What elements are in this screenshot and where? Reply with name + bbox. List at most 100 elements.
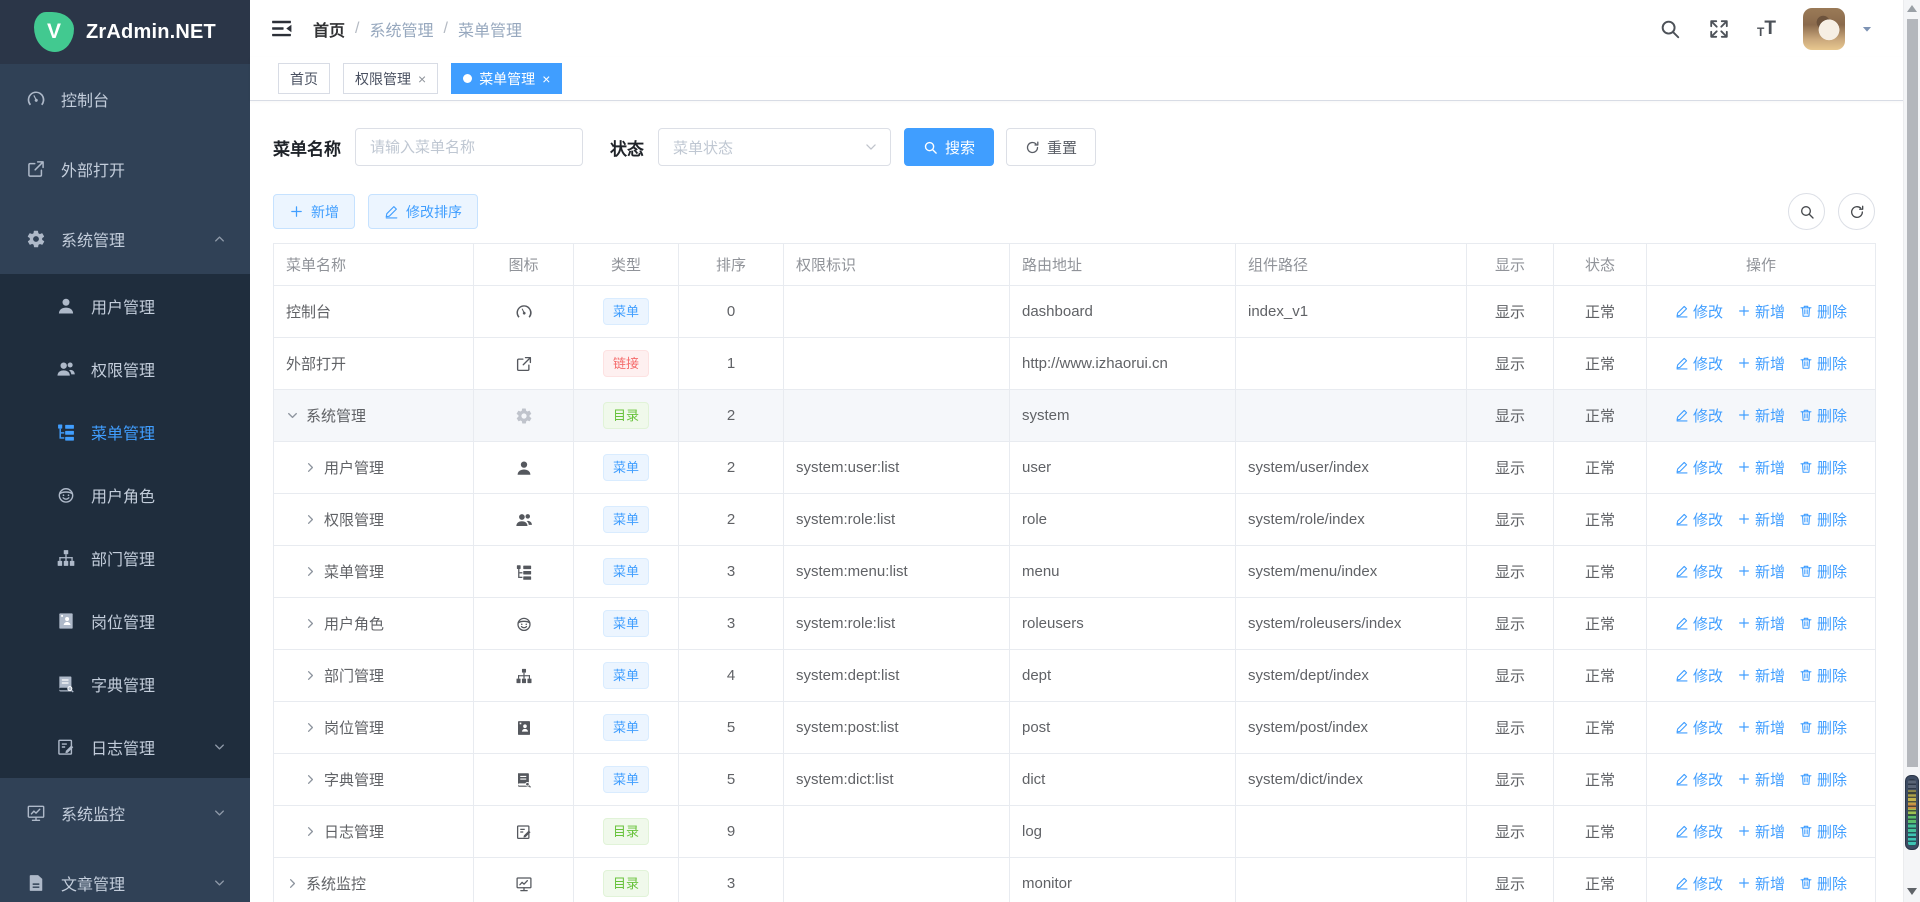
sidebar-item-dictionary[interactable]: 字典管理 xyxy=(0,652,250,715)
delete-row-link[interactable]: 删除 xyxy=(1799,353,1847,374)
collapse-row-icon[interactable] xyxy=(286,409,299,422)
tab-home[interactable]: 首页 xyxy=(278,63,330,94)
delete-row-link[interactable]: 删除 xyxy=(1799,301,1847,322)
sidebar-item-monitor[interactable]: 系统监控 xyxy=(0,778,250,848)
edit-row-link[interactable]: 修改 xyxy=(1675,301,1723,322)
type-tag: 菜单 xyxy=(603,454,649,481)
add-row-link[interactable]: 新增 xyxy=(1737,301,1785,322)
sidebar-item-users[interactable]: 权限管理 xyxy=(0,337,250,400)
tab-menu-management[interactable]: 菜单管理 × xyxy=(451,63,562,94)
refresh-icon xyxy=(1025,140,1040,155)
users-icon xyxy=(56,359,76,379)
sidebar-item-id-badge[interactable]: 岗位管理 xyxy=(0,589,250,652)
sidebar-item-external-link[interactable]: 外部打开 xyxy=(0,134,250,204)
article-icon xyxy=(26,873,46,893)
delete-row-link[interactable]: 删除 xyxy=(1799,821,1847,842)
chevron-down-icon[interactable] xyxy=(1860,22,1874,36)
edit-row-link[interactable]: 修改 xyxy=(1675,665,1723,686)
user-avatar[interactable] xyxy=(1803,8,1845,50)
plus-icon xyxy=(1737,772,1751,786)
path-cell: log xyxy=(1010,806,1236,858)
show-search-button[interactable] xyxy=(1788,193,1825,230)
delete-row-link[interactable]: 删除 xyxy=(1799,613,1847,634)
edit-row-link[interactable]: 修改 xyxy=(1675,769,1723,790)
add-row-link[interactable]: 新增 xyxy=(1737,561,1785,582)
scroll-up-icon[interactable] xyxy=(1907,5,1917,12)
add-row-link[interactable]: 新增 xyxy=(1737,769,1785,790)
close-icon[interactable]: × xyxy=(418,72,426,86)
sidebar-item-article[interactable]: 文章管理 xyxy=(0,848,250,902)
expand-row-icon[interactable] xyxy=(304,669,317,682)
sidebar-item-org-chart[interactable]: 部门管理 xyxy=(0,526,250,589)
expand-row-icon[interactable] xyxy=(304,773,317,786)
font-size-icon[interactable]: TT xyxy=(1757,19,1776,38)
add-button[interactable]: 新增 xyxy=(273,194,355,229)
delete-row-link[interactable]: 删除 xyxy=(1799,561,1847,582)
status-select[interactable]: 菜单状态 xyxy=(658,128,891,166)
edit-row-link[interactable]: 修改 xyxy=(1675,561,1723,582)
log-icon xyxy=(56,737,76,757)
component-cell: system/dept/index xyxy=(1236,650,1467,702)
sidebar-item-user[interactable]: 用户管理 xyxy=(0,274,250,337)
scrollbar-minimap-widget[interactable] xyxy=(1905,775,1919,850)
delete-row-link[interactable]: 删除 xyxy=(1799,873,1847,894)
expand-row-icon[interactable] xyxy=(304,721,317,734)
sort-edit-button[interactable]: 修改排序 xyxy=(368,194,478,229)
close-icon[interactable]: × xyxy=(542,72,550,86)
edit-row-link[interactable]: 修改 xyxy=(1675,457,1723,478)
sidebar-item-dashboard[interactable]: 控制台 xyxy=(0,64,250,134)
scroll-down-icon[interactable] xyxy=(1907,888,1917,895)
trash-icon xyxy=(1799,460,1813,474)
add-row-link[interactable]: 新增 xyxy=(1737,509,1785,530)
delete-row-link[interactable]: 删除 xyxy=(1799,405,1847,426)
expand-row-icon[interactable] xyxy=(304,825,317,838)
type-tag: 菜单 xyxy=(603,766,649,793)
window-scrollbar[interactable] xyxy=(1903,0,1920,902)
reset-button[interactable]: 重置 xyxy=(1006,128,1096,166)
sidebar-item-robot[interactable]: 用户角色 xyxy=(0,463,250,526)
search-button[interactable]: 搜索 xyxy=(904,128,994,166)
edit-row-link[interactable]: 修改 xyxy=(1675,821,1723,842)
breadcrumb-home[interactable]: 首页 xyxy=(313,17,345,41)
delete-row-link[interactable]: 删除 xyxy=(1799,769,1847,790)
edit-row-link[interactable]: 修改 xyxy=(1675,717,1723,738)
sidebar-collapse-icon[interactable] xyxy=(269,16,294,41)
delete-row-link[interactable]: 删除 xyxy=(1799,717,1847,738)
add-row-link[interactable]: 新增 xyxy=(1737,821,1785,842)
add-row-link[interactable]: 新增 xyxy=(1737,405,1785,426)
component-cell xyxy=(1236,858,1467,902)
type-tag: 菜单 xyxy=(603,714,649,741)
edit-row-link[interactable]: 修改 xyxy=(1675,613,1723,634)
add-row-link[interactable]: 新增 xyxy=(1737,353,1785,374)
add-row-link[interactable]: 新增 xyxy=(1737,457,1785,478)
expand-row-icon[interactable] xyxy=(286,877,299,890)
expand-row-icon[interactable] xyxy=(304,565,317,578)
refresh-table-button[interactable] xyxy=(1838,193,1875,230)
delete-row-link[interactable]: 删除 xyxy=(1799,457,1847,478)
sidebar-item-gear[interactable]: 系统管理 xyxy=(0,204,250,274)
order-cell: 9 xyxy=(679,806,784,858)
add-row-link[interactable]: 新增 xyxy=(1737,717,1785,738)
scrollbar-thumb[interactable] xyxy=(1907,19,1918,767)
fullscreen-icon[interactable] xyxy=(1708,18,1730,40)
edit-row-link[interactable]: 修改 xyxy=(1675,509,1723,530)
expand-row-icon[interactable] xyxy=(304,617,317,630)
sidebar-item-menu-tree[interactable]: 菜单管理 xyxy=(0,400,250,463)
edit-row-link[interactable]: 修改 xyxy=(1675,405,1723,426)
app-logo[interactable]: V ZrAdmin.NET xyxy=(0,0,250,64)
sidebar-item-log[interactable]: 日志管理 xyxy=(0,715,250,778)
tab-permission[interactable]: 权限管理 × xyxy=(343,63,438,94)
delete-row-link[interactable]: 删除 xyxy=(1799,509,1847,530)
status-cell: 正常 xyxy=(1554,806,1647,858)
add-row-link[interactable]: 新增 xyxy=(1737,873,1785,894)
delete-row-link[interactable]: 删除 xyxy=(1799,665,1847,686)
search-icon[interactable] xyxy=(1659,18,1681,40)
edit-row-link[interactable]: 修改 xyxy=(1675,873,1723,894)
expand-row-icon[interactable] xyxy=(304,461,317,474)
add-row-link[interactable]: 新增 xyxy=(1737,613,1785,634)
add-row-link[interactable]: 新增 xyxy=(1737,665,1785,686)
menu-name-input[interactable] xyxy=(355,128,583,166)
edit-row-link[interactable]: 修改 xyxy=(1675,353,1723,374)
status-cell: 正常 xyxy=(1554,442,1647,494)
expand-row-icon[interactable] xyxy=(304,513,317,526)
